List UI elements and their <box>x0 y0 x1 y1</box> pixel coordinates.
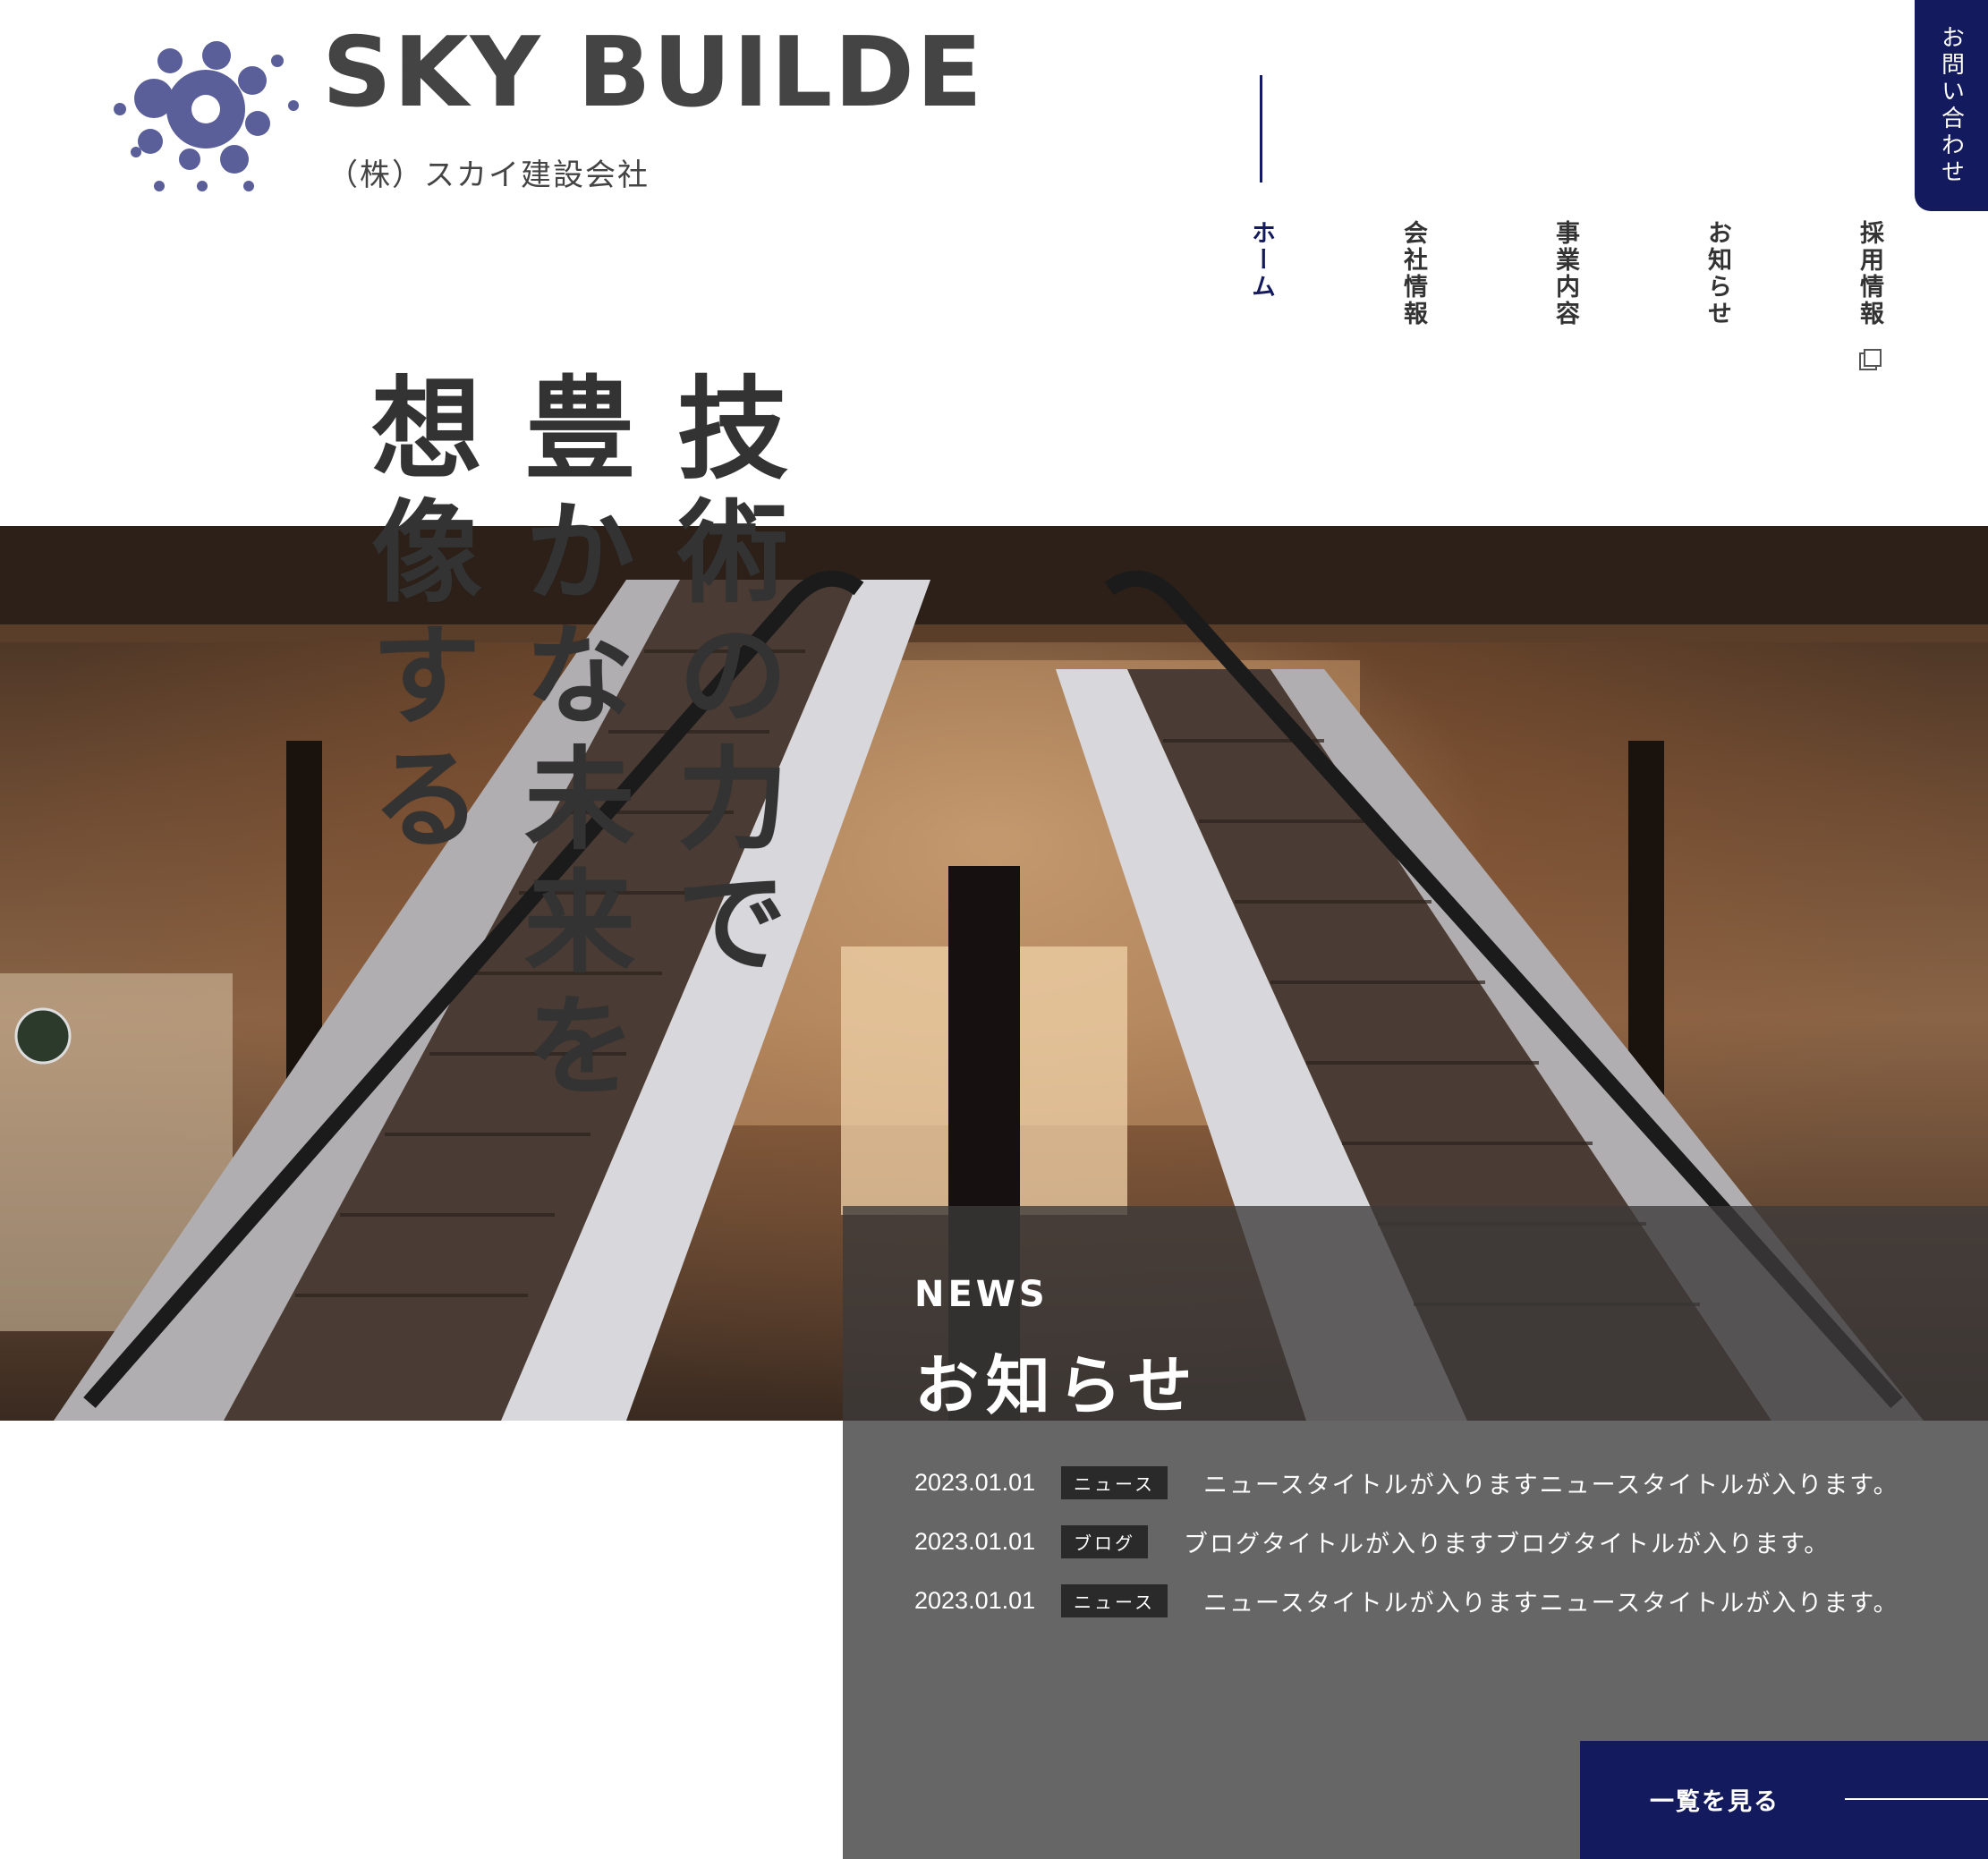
molecule-logo-icon[interactable] <box>100 36 306 197</box>
news-heading-ja: お知らせ <box>914 1348 1200 1423</box>
news-heading-en: NEWS <box>914 1274 1049 1315</box>
news-title: ブログタイトルが入りますブログタイトルが入ります。 <box>1184 1530 1831 1558</box>
nav-item-recruit-label: 採用情報 <box>1856 220 1883 327</box>
contact-label: お問い合わせ <box>1937 25 1965 186</box>
view-all-button[interactable]: 一覧を見る <box>1580 1741 1988 1859</box>
news-date: 2023.01.01 <box>914 1586 1036 1614</box>
external-link-icon <box>1859 349 1882 371</box>
view-all-label: 一覧を見る <box>1650 1788 1780 1816</box>
news-item[interactable]: 2023.01.01 ニュース ニュースタイトルが入りますニュースタイトルが入り… <box>914 1464 1899 1500</box>
nav-item-company[interactable]: 会社情報 <box>1396 220 1431 327</box>
contact-button[interactable]: お問い合わせ <box>1915 0 1988 211</box>
catch-line-1: 技術の力で <box>658 370 786 988</box>
news-date: 2023.01.01 <box>914 1468 1036 1496</box>
news-tag: ブログ <box>1061 1524 1148 1558</box>
catch-line-3: 想像する <box>352 370 480 864</box>
news-title: ニュースタイトルが入りますニュースタイトルが入ります。 <box>1203 1471 1899 1499</box>
news-title: ニュースタイトルが入りますニュースタイトルが入ります。 <box>1203 1589 1899 1617</box>
news-item[interactable]: 2023.01.01 ニュース ニュースタイトルが入りますニュースタイトルが入り… <box>914 1583 1899 1618</box>
nav-item-recruit[interactable]: 採用情報 <box>1852 220 1887 371</box>
catch-line-2: 豊かな未来を <box>505 370 633 1111</box>
nav-active-indicator <box>1260 75 1262 183</box>
news-tag: ニュース <box>1061 1583 1168 1617</box>
nav-item-home[interactable]: ホーム <box>1244 220 1279 301</box>
brand-name[interactable]: SKY BUILDE <box>322 25 984 122</box>
arrow-line-icon <box>1845 1798 1988 1800</box>
news-tag: ニュース <box>1061 1465 1168 1499</box>
news-date: 2023.01.01 <box>914 1527 1036 1555</box>
news-item[interactable]: 2023.01.01 ブログ ブログタイトルが入りますブログタイトルが入ります。 <box>914 1524 1830 1559</box>
nav-item-business[interactable]: 事業内容 <box>1548 220 1583 327</box>
nav-item-news[interactable]: お知らせ <box>1700 220 1735 327</box>
brand-subname: （株）スカイ建設会社 <box>327 157 650 193</box>
